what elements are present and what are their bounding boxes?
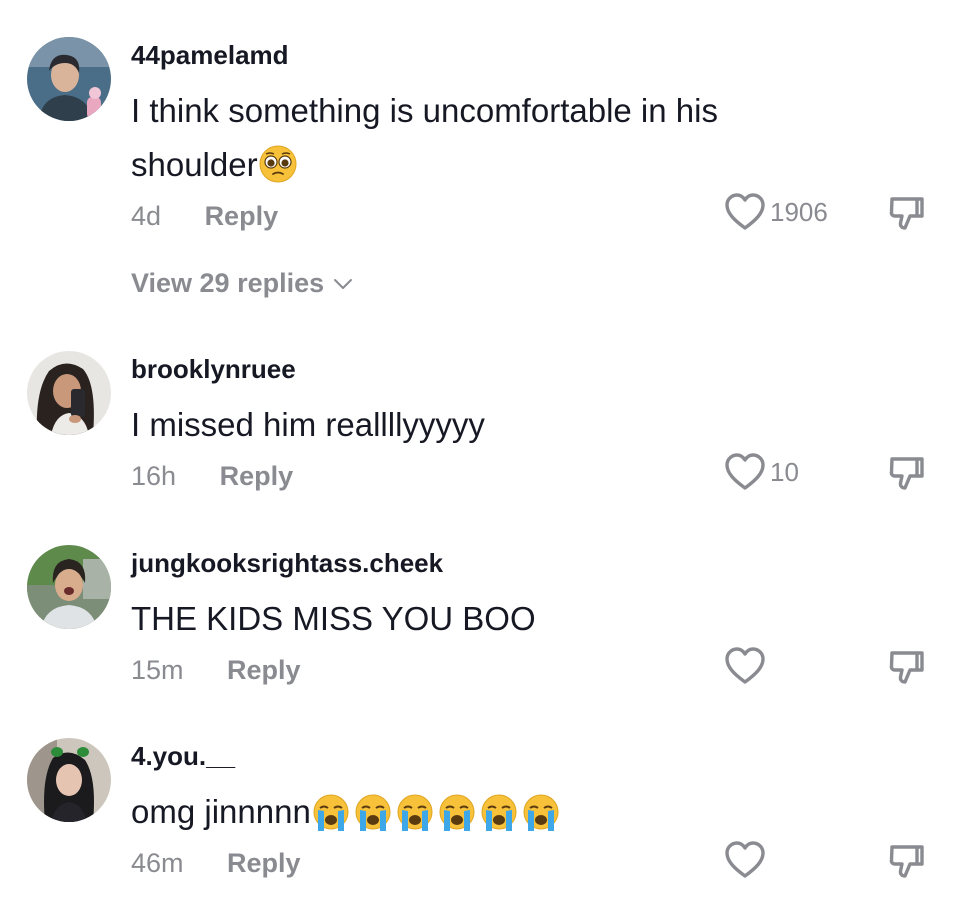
username[interactable]: 44pamelamd (131, 40, 289, 71)
like-button[interactable] (724, 840, 766, 880)
comment-meta: 15m Reply (131, 655, 301, 686)
comment-text-body: I think something is uncomfortable in hi… (131, 92, 728, 183)
emoji-row (311, 793, 563, 833)
thumbs-down-icon (886, 193, 928, 235)
comment-time: 4d (131, 201, 162, 231)
thumbs-down-icon (886, 841, 928, 883)
like-button[interactable]: 1906 (724, 192, 828, 232)
comment-meta: 46m Reply (131, 848, 301, 879)
dislike-button[interactable] (886, 453, 928, 495)
reply-button[interactable]: Reply (220, 461, 294, 492)
loudly-crying-face-icon (437, 793, 477, 833)
comment-text-body: omg jinnnnn (131, 793, 311, 830)
dislike-button[interactable] (886, 647, 928, 689)
comment-meta: 16h Reply (131, 461, 293, 492)
avatar[interactable] (27, 738, 111, 822)
loudly-crying-face-icon (311, 793, 351, 833)
thumbs-down-icon (886, 453, 928, 495)
loudly-crying-face-icon (521, 793, 561, 833)
loudly-crying-face-icon (395, 793, 435, 833)
comment-text: I think something is uncomfortable in hi… (131, 84, 771, 192)
chevron-down-icon (334, 278, 353, 289)
avatar[interactable] (27, 37, 111, 121)
dislike-button[interactable] (886, 841, 928, 883)
pleading-face-icon (258, 144, 298, 184)
username[interactable]: brooklynruee (131, 354, 296, 385)
like-button[interactable] (724, 646, 766, 686)
comment-text: I missed him reallllyyyyy (131, 406, 485, 443)
reply-button[interactable]: Reply (227, 848, 301, 879)
loudly-crying-face-icon (479, 793, 519, 833)
thumbs-down-icon (886, 647, 928, 689)
reply-button[interactable]: Reply (205, 201, 279, 232)
comment-time: 46m (131, 848, 184, 878)
like-button[interactable]: 10 (724, 452, 799, 492)
comment-time: 15m (131, 655, 184, 685)
avatar[interactable] (27, 545, 111, 629)
heart-icon (724, 452, 766, 492)
comment-time: 16h (131, 461, 177, 491)
like-count: 10 (770, 456, 799, 487)
loudly-crying-face-icon (353, 793, 393, 833)
username[interactable]: 4.you.__ (131, 741, 235, 772)
comment-text: THE KIDS MISS YOU BOO (131, 600, 536, 637)
heart-icon (724, 840, 766, 880)
reply-button[interactable]: Reply (227, 655, 301, 686)
username[interactable]: jungkooksrightass.cheek (131, 548, 443, 579)
avatar[interactable] (27, 351, 111, 435)
comment-meta: 4d Reply (131, 201, 278, 232)
heart-icon (724, 646, 766, 686)
view-replies-button[interactable]: View 29 replies (131, 268, 354, 299)
heart-icon (724, 192, 766, 232)
comment-text: omg jinnnnn (131, 785, 771, 839)
like-count: 1906 (770, 196, 828, 227)
view-replies-label: View 29 replies (131, 268, 325, 298)
dislike-button[interactable] (886, 193, 928, 235)
